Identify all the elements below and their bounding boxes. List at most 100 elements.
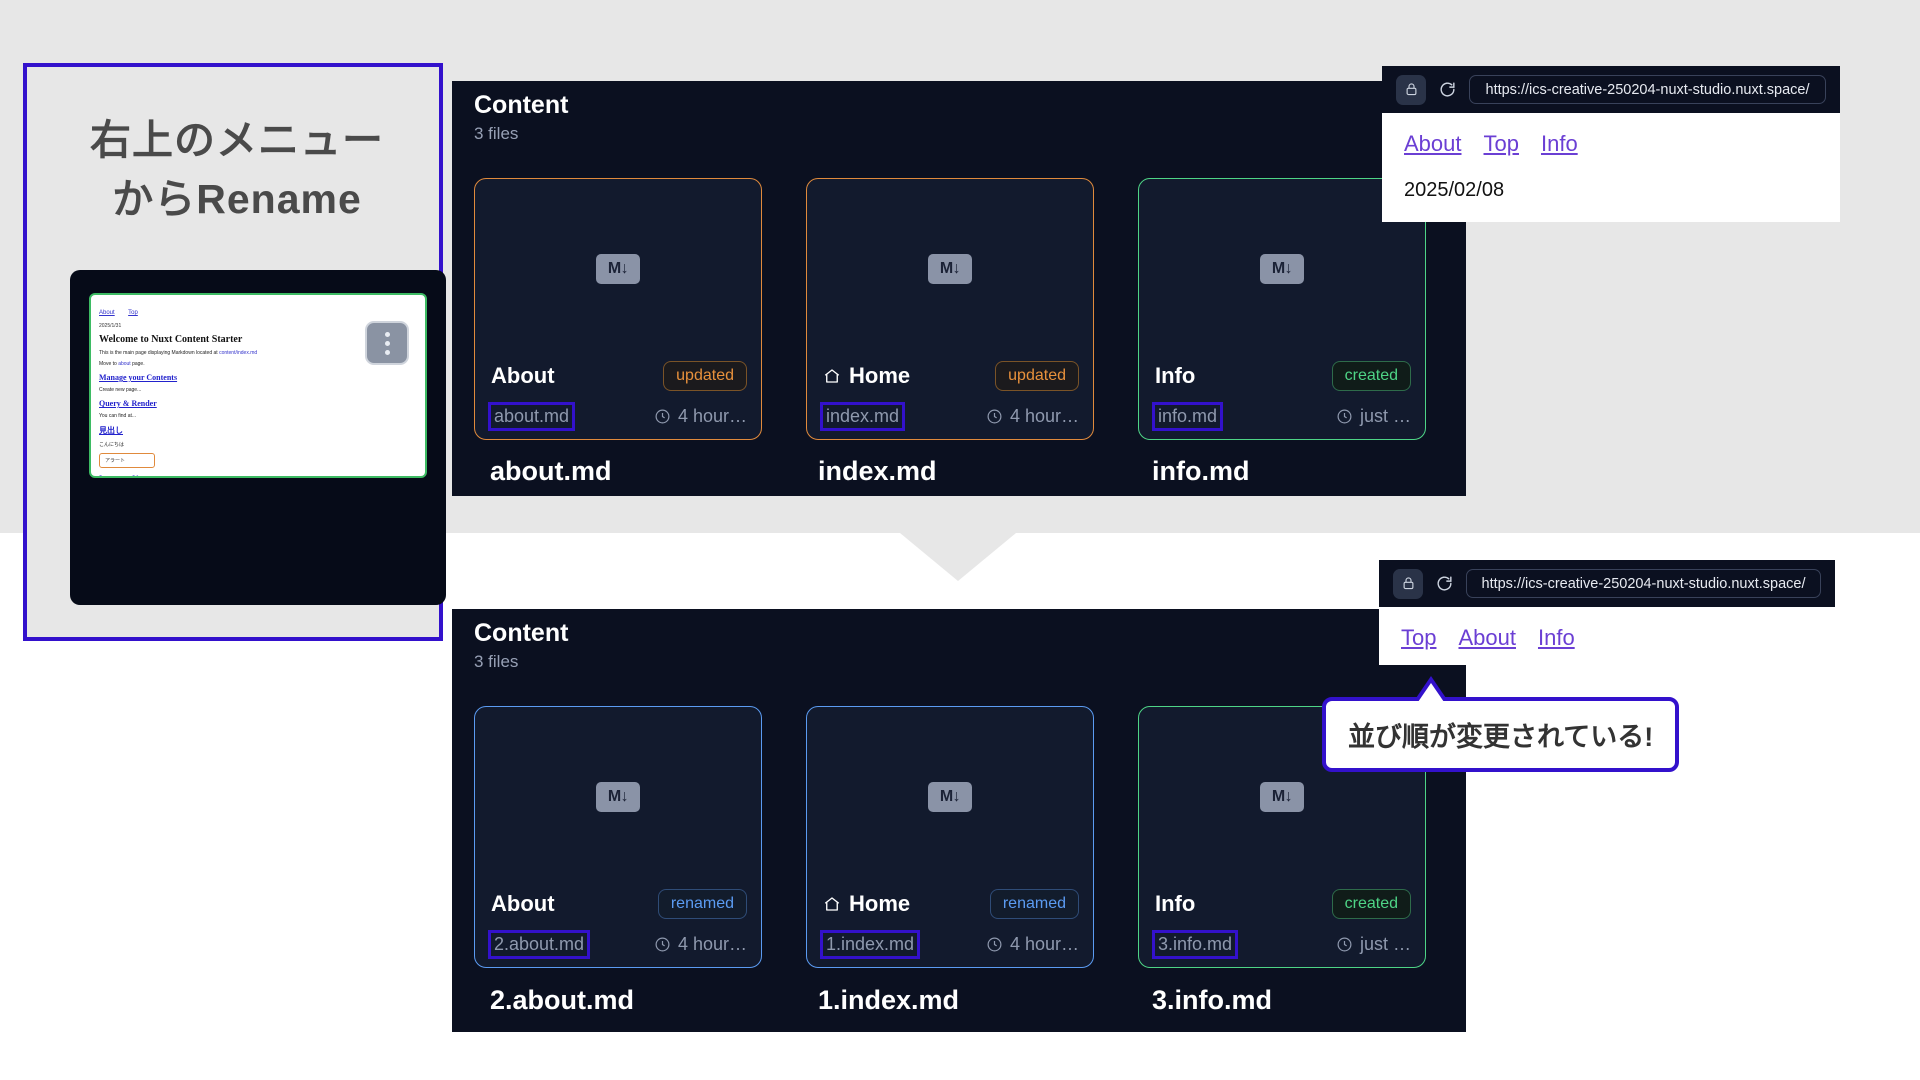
file-card[interactable]: M↓ Home updated index.md 4 hour… <box>806 178 1094 440</box>
browser-preview-before: https://ics-creative-250204-nuxt-studio.… <box>1382 66 1840 222</box>
url-bar[interactable]: https://ics-creative-250204-nuxt-studio.… <box>1469 75 1826 104</box>
clock-icon <box>655 937 670 952</box>
callout-filename-info-before: info.md <box>1152 456 1250 486</box>
mini-p1-text: This is the main page displaying Markdow… <box>99 350 220 356</box>
mini-paragraph-5: こんにちは <box>99 442 125 448</box>
site-nav-link[interactable]: Info <box>1538 625 1575 651</box>
kebab-menu-button[interactable] <box>365 321 409 365</box>
card-header-row: About renamed <box>491 889 747 919</box>
studio-panel-after: Content 3 files M↓ About renamed 2.about… <box>452 609 1466 1032</box>
screenshot-root: 右上のメニュー からRename About Top 2025/1/31 Wel… <box>0 0 1920 1080</box>
card-header-row: Home updated <box>823 361 1079 391</box>
card-time-text: just … <box>1359 934 1411 954</box>
card-meta-row: about.md 4 hour… <box>487 402 747 431</box>
site-nav-before: About Top Info <box>1404 131 1818 157</box>
url-bar[interactable]: https://ics-creative-250204-nuxt-studio.… <box>1466 569 1821 598</box>
lock-icon[interactable] <box>1393 568 1423 599</box>
card-meta-row: 2.about.md 4 hour… <box>487 930 747 959</box>
card-filename: 2.about.md <box>487 930 591 959</box>
status-badge: updated <box>663 361 747 391</box>
card-thumbnail: M↓ <box>475 707 761 887</box>
card-filename: 3.info.md <box>1151 930 1239 959</box>
browser-viewport: Top About Info <box>1379 607 1835 665</box>
file-card[interactable]: M↓ About renamed 2.about.md 4 hour… <box>474 706 762 968</box>
instruction-title: 右上のメニュー からRename <box>90 117 384 223</box>
home-icon <box>824 369 840 383</box>
panel-subtitle-before: 3 files <box>474 124 519 143</box>
site-nav-link[interactable]: Top <box>1484 131 1519 157</box>
browser-toolbar: https://ics-creative-250204-nuxt-studio.… <box>1382 66 1840 113</box>
card-meta-row: 1.index.md 4 hour… <box>819 930 1079 959</box>
mini-paragraph-4: You can find at... <box>99 413 137 419</box>
panel-title-after: Content <box>474 619 569 647</box>
flow-arrow-down <box>900 533 1016 581</box>
browser-toolbar: https://ics-creative-250204-nuxt-studio.… <box>1379 560 1835 607</box>
mini-nav-about[interactable]: About <box>99 310 115 316</box>
kebab-dot-1 <box>384 331 390 337</box>
status-badge: created <box>1331 361 1411 391</box>
card-title-text: About <box>491 891 555 916</box>
site-nav-link[interactable]: About <box>1404 131 1462 157</box>
clock-icon <box>987 937 1002 952</box>
callout-filename-about-after: 2.about.md <box>490 985 635 1015</box>
card-header-row: Info created <box>1155 889 1411 919</box>
mini-alert-box: アラート <box>99 453 155 468</box>
clock-icon <box>1337 409 1352 424</box>
card-header-row: Info created <box>1155 361 1411 391</box>
page-date: 2025/02/08 <box>1404 179 1505 201</box>
card-title-text: Info <box>1155 891 1196 916</box>
card-title-text: Home <box>849 363 911 388</box>
site-nav-link[interactable]: Info <box>1541 131 1578 157</box>
callout-text: 並び順が変更されている! <box>1348 722 1654 752</box>
mini-subheading-2: Query & Render <box>99 399 157 408</box>
mini-p1-link[interactable]: content/index.md <box>219 350 257 356</box>
card-filename: index.md <box>819 402 906 431</box>
mini-paragraph-3: Create new page... <box>99 387 142 393</box>
card-timestamp: 4 hour… <box>986 406 1079 427</box>
mini-p2-pre: Move to <box>99 361 119 367</box>
card-header-row: Home renamed <box>823 889 1079 919</box>
card-header-row: About updated <box>491 361 747 391</box>
browser-viewport: About Top Info 2025/02/08 <box>1382 113 1840 222</box>
card-time-text: 4 hour… <box>1009 934 1079 954</box>
markdown-icon: M↓ <box>596 254 640 284</box>
card-timestamp: just … <box>1336 406 1411 427</box>
card-timestamp: 4 hour… <box>654 406 747 427</box>
card-timestamp: just … <box>1336 934 1411 955</box>
card-filename: about.md <box>487 402 576 431</box>
card-title: About <box>491 363 555 389</box>
site-nav-link[interactable]: About <box>1458 625 1516 651</box>
mini-p2-post: page. <box>130 361 145 367</box>
card-thumbnail: M↓ <box>475 179 761 359</box>
status-badge: renamed <box>989 889 1079 919</box>
site-nav-link[interactable]: Top <box>1401 625 1436 651</box>
card-title: About <box>491 891 555 917</box>
file-card[interactable]: M↓ About updated about.md 4 hour… <box>474 178 762 440</box>
card-thumbnail: M↓ <box>807 707 1093 887</box>
status-badge: renamed <box>657 889 747 919</box>
mini-subheading-3: 見出し <box>99 426 123 435</box>
mini-nav-top[interactable]: Top <box>128 310 138 316</box>
lock-icon[interactable] <box>1396 74 1426 105</box>
callout-filename-info-after: 3.info.md <box>1152 985 1272 1015</box>
card-meta-row: index.md 4 hour… <box>819 402 1079 431</box>
reload-icon[interactable] <box>1438 80 1457 99</box>
callout-tail-fill <box>1418 683 1444 702</box>
card-title: Info <box>1155 891 1195 917</box>
card-title-text: Info <box>1155 363 1196 388</box>
markdown-icon: M↓ <box>596 782 640 812</box>
instruction-panel: 右上のメニュー からRename About Top 2025/1/31 Wel… <box>23 63 446 641</box>
clock-icon <box>987 409 1002 424</box>
card-timestamp: 4 hour… <box>986 934 1079 955</box>
home-icon <box>824 897 840 911</box>
file-card[interactable]: M↓ Home renamed 1.index.md 4 hour… <box>806 706 1094 968</box>
card-time-text: just … <box>1359 406 1411 426</box>
mini-p2-link[interactable]: about <box>118 361 131 367</box>
panel-subtitle-after: 3 files <box>474 652 519 671</box>
card-meta-row: 3.info.md just … <box>1151 930 1411 959</box>
card-filename: info.md <box>1151 402 1224 431</box>
status-badge: updated <box>995 361 1079 391</box>
card-title: Home <box>823 363 910 389</box>
reload-icon[interactable] <box>1435 574 1454 593</box>
card-time-text: 4 hour… <box>1009 406 1079 426</box>
